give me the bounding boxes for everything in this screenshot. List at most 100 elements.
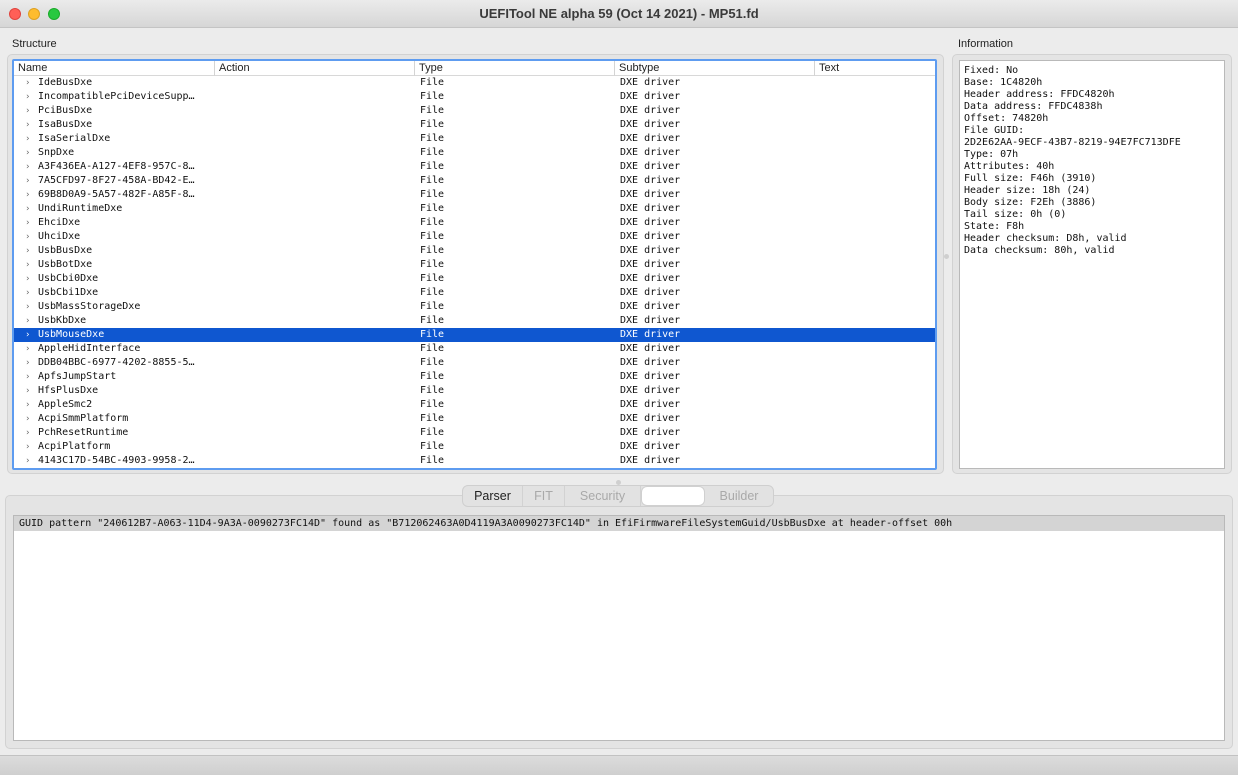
chevron-right-icon[interactable]: › (26, 258, 30, 272)
tree-cell-name: › UsbCbi0Dxe (14, 272, 215, 286)
chevron-right-icon[interactable]: › (26, 398, 30, 412)
tree-cell-name: › IncompatiblePciDeviceSupp… (14, 90, 215, 104)
tree-row[interactable]: › IsaBusDxe File DXE driver (14, 118, 935, 132)
tree-row[interactable]: › IsaSerialDxe File DXE driver (14, 132, 935, 146)
tree-row[interactable]: › UhciDxe File DXE driver (14, 230, 935, 244)
tree-row[interactable]: › UsbMassStorageDxe File DXE driver (14, 300, 935, 314)
chevron-right-icon[interactable]: › (26, 118, 30, 132)
tree-cell-action (215, 426, 415, 440)
chevron-right-icon[interactable]: › (26, 90, 30, 104)
chevron-right-icon[interactable]: › (26, 370, 30, 384)
chevron-right-icon[interactable]: › (26, 160, 30, 174)
tree-row[interactable]: › UsbKbDxe File DXE driver (14, 314, 935, 328)
chevron-right-icon[interactable]: › (26, 188, 30, 202)
chevron-right-icon[interactable]: › (26, 342, 30, 356)
chevron-right-icon[interactable]: › (26, 104, 30, 118)
chevron-right-icon[interactable]: › (26, 300, 30, 314)
tree-cell-action (215, 286, 415, 300)
tab-security[interactable]: Security (565, 486, 641, 506)
tree-cell-action (215, 398, 415, 412)
tree-row[interactable]: › UsbBusDxe File DXE driver (14, 244, 935, 258)
chevron-right-icon[interactable]: › (26, 76, 30, 90)
chevron-right-icon[interactable]: › (26, 454, 30, 468)
tree-cell-text (815, 76, 935, 90)
column-header-subtype[interactable]: Subtype (615, 61, 815, 76)
tree-cell-text (815, 342, 935, 356)
chevron-right-icon[interactable]: › (26, 216, 30, 230)
tree-cell-name: › SnpDxe (14, 146, 215, 160)
tree-cell-subtype: DXE driver (620, 301, 681, 312)
tab-search[interactable] (641, 486, 705, 506)
tree-row[interactable]: › EhciDxe File DXE driver (14, 216, 935, 230)
tree-cell-action (215, 440, 415, 454)
info-line: Header checksum: D8h, valid (964, 233, 1127, 244)
tree-item-name: 69B8D0A9-5A57-482F-A85F-8… (38, 189, 195, 200)
chevron-right-icon[interactable]: › (26, 440, 30, 454)
tree-row[interactable]: › UndiRuntimeDxe File DXE driver (14, 202, 935, 216)
tree-row[interactable]: › IdeBusDxe File DXE driver (14, 76, 935, 90)
tree-row[interactable]: › IncompatiblePciDeviceSupp… File DXE drive… (14, 90, 935, 104)
tab-builder[interactable]: Builder (705, 486, 773, 506)
information-label: Information (958, 38, 1014, 50)
column-header-text[interactable]: Text (815, 61, 935, 76)
tree-row[interactable]: › UsbCbi1Dxe File DXE driver (14, 286, 935, 300)
chevron-right-icon[interactable]: › (26, 328, 30, 342)
tree-row[interactable]: › AppleHidInterface File DXE driver (14, 342, 935, 356)
tree-row[interactable]: › PciBusDxe File DXE driver (14, 104, 935, 118)
tree-row[interactable]: › AppleSmc2 File DXE driver (14, 398, 935, 412)
tree-cell-action (215, 300, 415, 314)
chevron-right-icon[interactable]: › (26, 132, 30, 146)
chevron-right-icon[interactable]: › (26, 202, 30, 216)
tree-cell-type: File (420, 455, 445, 466)
tree-cell-text (815, 90, 935, 104)
tree-cell-action (215, 244, 415, 258)
tree-row[interactable]: › 7A5CFD97-8F27-458A-BD42-E… File DXE drive… (14, 174, 935, 188)
chevron-right-icon[interactable]: › (26, 286, 30, 300)
chevron-right-icon[interactable]: › (26, 230, 30, 244)
column-header-type[interactable]: Type (415, 61, 615, 76)
tree-cell-name: › IsaSerialDxe (14, 132, 215, 146)
tree-cell-name: › UsbKbDxe (14, 314, 215, 328)
tree-row[interactable]: › AcpiPlatform File DXE driver (14, 440, 935, 454)
tab-parser[interactable]: Parser (463, 486, 523, 506)
structure-tree[interactable]: Name Action Type Subtype Text › IdeBusDxe… (12, 59, 937, 470)
vertical-splitter-handle[interactable] (944, 254, 949, 259)
chevron-right-icon[interactable]: › (26, 272, 30, 286)
tab-fit[interactable]: FIT (523, 486, 565, 506)
chevron-right-icon[interactable]: › (26, 314, 30, 328)
tree-cell-type: File (420, 189, 445, 200)
tree-row[interactable]: › PchResetRuntime File DXE driver (14, 426, 935, 440)
chevron-right-icon[interactable]: › (26, 356, 30, 370)
tree-row[interactable]: › ApfsJumpStart File DXE driver (14, 370, 935, 384)
tree-row[interactable]: › UsbCbi0Dxe File DXE driver (14, 272, 935, 286)
chevron-right-icon[interactable]: › (26, 384, 30, 398)
tree-row[interactable]: › HfsPlusDxe File DXE driver (14, 384, 935, 398)
tree-cell-type: File (420, 441, 445, 452)
tree-cell-action (215, 202, 415, 216)
tree-cell-action (215, 90, 415, 104)
tree-row[interactable]: › DDB04BBC-6977-4202-8855-5… File DXE drive… (14, 356, 935, 370)
chevron-right-icon[interactable]: › (26, 426, 30, 440)
tree-cell-name: › UsbBusDxe (14, 244, 215, 258)
messages-list[interactable]: GUID pattern "240612B7-A063-11D4-9A3A-00… (13, 515, 1225, 741)
tree-cell-subtype: DXE driver (620, 329, 681, 340)
tree-item-name: UsbBusDxe (38, 245, 93, 256)
tree-cell-text (815, 244, 935, 258)
message-row[interactable]: GUID pattern "240612B7-A063-11D4-9A3A-00… (14, 516, 1224, 531)
chevron-right-icon[interactable]: › (26, 412, 30, 426)
tree-row[interactable]: › A3F436EA-A127-4EF8-957C-8… File DXE drive… (14, 160, 935, 174)
tree-item-name: EhciDxe (38, 217, 81, 228)
tree-row[interactable]: › UsbBotDxe File DXE driver (14, 258, 935, 272)
tree-row[interactable]: › 69B8D0A9-5A57-482F-A85F-8… File DXE drive… (14, 188, 935, 202)
tree-row[interactable]: › AcpiSmmPlatform File DXE driver (14, 412, 935, 426)
chevron-right-icon[interactable]: › (26, 146, 30, 160)
chevron-right-icon[interactable]: › (26, 174, 30, 188)
chevron-right-icon[interactable]: › (26, 244, 30, 258)
tree-row[interactable]: › 4143C17D-54BC-4903-9958-2… File DXE drive… (14, 454, 935, 468)
column-header-name[interactable]: Name (14, 61, 215, 76)
tree-cell-name: › IdeBusDxe (14, 76, 215, 90)
tree-row[interactable]: › SnpDxe File DXE driver (14, 146, 935, 160)
information-text[interactable]: Fixed: No Base: 1C4820h Header address: FF… (959, 60, 1225, 469)
column-header-action[interactable]: Action (215, 61, 415, 76)
tree-row[interactable]: › UsbMouseDxe File DXE driver (14, 328, 935, 342)
